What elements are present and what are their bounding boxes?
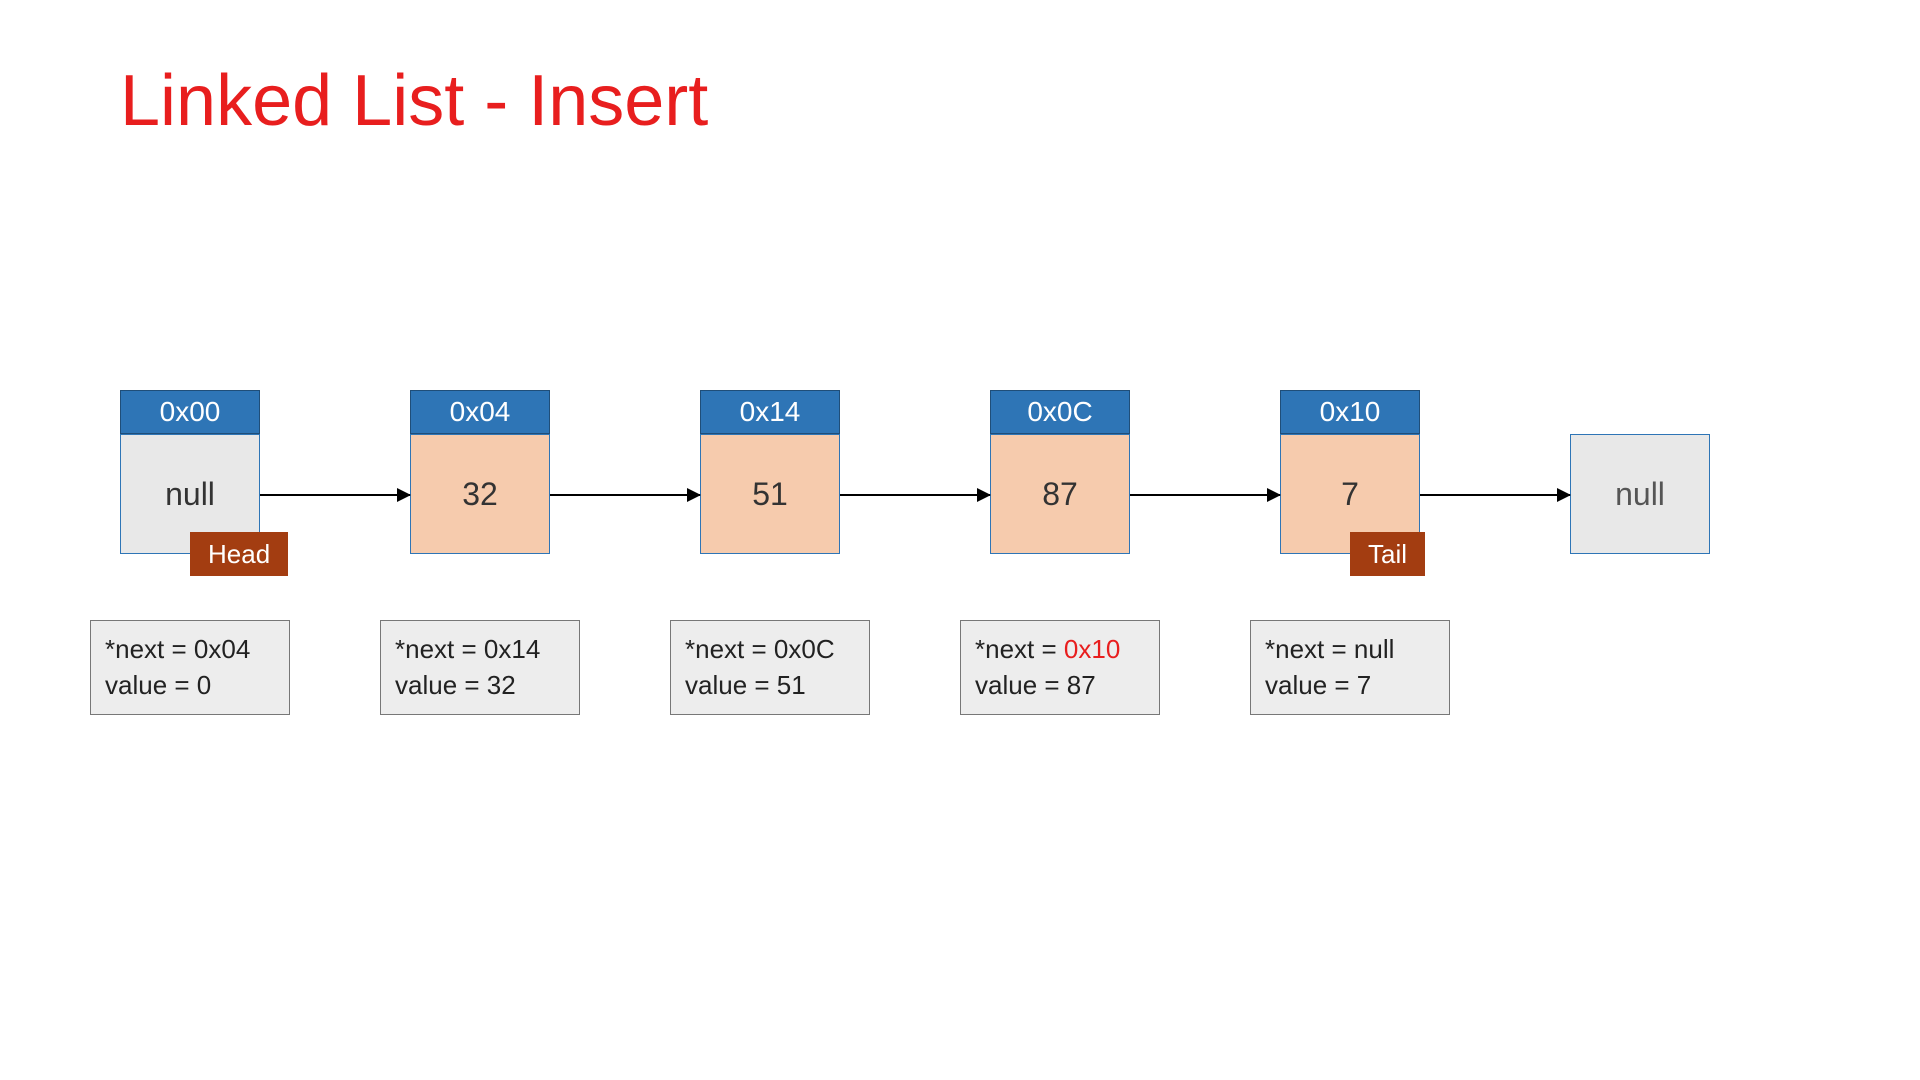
- info-2-value: value = 51: [685, 667, 855, 703]
- node-3-addr: 0x0C: [990, 390, 1130, 434]
- info-1-next: *next = 0x14: [395, 631, 565, 667]
- node-4: 0x10 7: [1280, 390, 1420, 554]
- arrow-1-2: [550, 494, 700, 496]
- node-1: 0x04 32: [410, 390, 550, 554]
- node-2-addr: 0x14: [700, 390, 840, 434]
- arrow-0-1: [260, 494, 410, 496]
- info-3-next: *next = 0x10: [975, 631, 1145, 667]
- node-0-addr: 0x00: [120, 390, 260, 434]
- node-0: 0x00 null: [120, 390, 260, 554]
- node-1-addr: 0x04: [410, 390, 550, 434]
- info-4-next: *next = null: [1265, 631, 1435, 667]
- arrow-4-null: [1420, 494, 1570, 496]
- slide-title: Linked List - Insert: [120, 60, 708, 142]
- node-2: 0x14 51: [700, 390, 840, 554]
- info-3: *next = 0x10 value = 87: [960, 620, 1160, 715]
- info-4: *next = null value = 7: [1250, 620, 1450, 715]
- info-3-value: value = 87: [975, 667, 1145, 703]
- info-1-value: value = 32: [395, 667, 565, 703]
- info-0-next: *next = 0x04: [105, 631, 275, 667]
- node-3: 0x0C 87: [990, 390, 1130, 554]
- arrow-3-4: [1130, 494, 1280, 496]
- info-0: *next = 0x04 value = 0: [90, 620, 290, 715]
- tail-tag: Tail: [1350, 532, 1425, 576]
- node-4-addr: 0x10: [1280, 390, 1420, 434]
- info-1: *next = 0x14 value = 32: [380, 620, 580, 715]
- node-2-value: 51: [700, 434, 840, 554]
- info-0-value: value = 0: [105, 667, 275, 703]
- null-terminator: null: [1570, 434, 1710, 554]
- info-2: *next = 0x0C value = 51: [670, 620, 870, 715]
- arrow-2-3: [840, 494, 990, 496]
- node-3-value: 87: [990, 434, 1130, 554]
- info-2-next: *next = 0x0C: [685, 631, 855, 667]
- head-tag: Head: [190, 532, 288, 576]
- node-1-value: 32: [410, 434, 550, 554]
- info-4-value: value = 7: [1265, 667, 1435, 703]
